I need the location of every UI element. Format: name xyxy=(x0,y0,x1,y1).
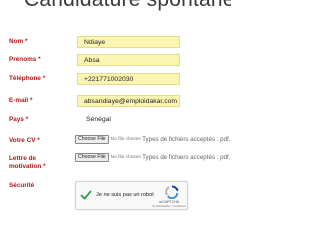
lettre-label-line2: motivation * xyxy=(9,163,46,170)
cv-no-file-text: No file chosen xyxy=(110,137,142,142)
prenoms-label: Prénoms * xyxy=(9,56,41,63)
prenoms-field[interactable]: Absa xyxy=(77,54,180,66)
checkmark-icon[interactable] xyxy=(80,189,92,201)
cv-choose-file-button[interactable]: Choose File xyxy=(75,135,109,144)
nom-label: Nom * xyxy=(9,38,28,45)
lettre-file-input: Choose File No file chosenTypes de fichie… xyxy=(75,153,230,162)
recaptcha-widget: Je ne suis pas un robot reCAPTCHA Confid… xyxy=(75,181,188,210)
cv-file-input: Choose File No file chosenTypes de fichie… xyxy=(75,135,230,144)
email-field[interactable]: absandiaye@emploidakar.com xyxy=(77,95,180,107)
lettre-file-types-hint: Types de fichiers acceptés : pdf. xyxy=(142,154,231,161)
nom-field[interactable]: Ndiaye xyxy=(77,36,180,48)
cv-label: Votre CV * xyxy=(9,137,40,144)
lettre-label-line1: Lettre de xyxy=(9,155,36,162)
email-label: E-mail * xyxy=(9,97,33,104)
telephone-field[interactable]: +221771002030 xyxy=(77,73,180,85)
lettre-choose-file-button[interactable]: Choose File xyxy=(75,153,109,162)
lettre-no-file-text: No file chosen xyxy=(110,155,142,160)
telephone-label: Téléphone * xyxy=(9,75,46,82)
pays-select[interactable]: Sénégal xyxy=(77,114,180,126)
pays-label: Pays * xyxy=(9,116,29,123)
securite-label: Sécurité xyxy=(9,182,35,189)
page-title: Candidature spontanée xyxy=(24,0,231,12)
recaptcha-links[interactable]: Confidentialité - Conditions xyxy=(150,204,188,208)
recaptcha-logo-icon xyxy=(165,185,179,199)
captcha-text: Je ne suis pas un robot xyxy=(96,192,154,198)
cv-file-types-hint: Types de fichiers acceptés : pdf. xyxy=(142,136,231,143)
spontaneous-application-form: Candidature spontanée Nom * Ndiaye Préno… xyxy=(0,0,231,218)
